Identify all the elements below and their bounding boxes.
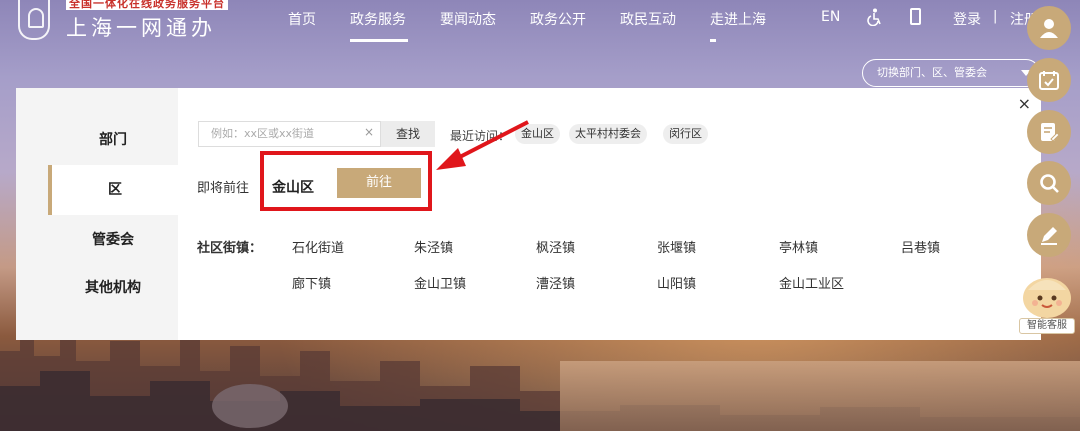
- clear-icon[interactable]: ×: [364, 125, 374, 139]
- sidebar-item-district[interactable]: 区: [48, 165, 178, 215]
- street-link[interactable]: 吕巷镇: [901, 237, 940, 256]
- close-icon[interactable]: ×: [1018, 94, 1031, 113]
- site-header: 全国一体化在线政务服务平台 上海一网通办 首页 政务服务 要闻动态 政务公开 政…: [0, 0, 1080, 44]
- feedback-fab[interactable]: [1027, 213, 1071, 257]
- accessibility-icon[interactable]: [866, 8, 882, 26]
- chatbot-label[interactable]: 智能客服: [1019, 318, 1075, 334]
- calendar-check-icon: [1039, 71, 1059, 90]
- sidebar-item-other[interactable]: 其他机构: [48, 263, 178, 313]
- logo-icon[interactable]: [18, 0, 50, 40]
- nav-about-shanghai-label: 走进上海: [710, 12, 766, 28]
- document-fab[interactable]: [1027, 110, 1071, 154]
- logo-title[interactable]: 上海一网通办: [66, 12, 216, 42]
- region-selector-panel: 部门 区 管委会 其他机构 × 例如：xx区或xx街道 × 查找 最近访问： 金…: [16, 88, 1041, 340]
- language-toggle[interactable]: EN: [821, 9, 840, 25]
- header-separator: |: [993, 9, 998, 24]
- street-link[interactable]: 漕泾镇: [536, 273, 575, 292]
- recent-label: 最近访问：: [450, 129, 511, 143]
- nav-indicator: [710, 39, 716, 42]
- recent-tag[interactable]: 金山区: [515, 124, 560, 144]
- switch-department-button[interactable]: 切换部门、区、管委会: [862, 59, 1040, 87]
- login-link[interactable]: 登录: [953, 9, 981, 29]
- sidebar-item-committee[interactable]: 管委会: [48, 215, 178, 265]
- nav-about-shanghai[interactable]: 走进上海: [710, 9, 766, 42]
- nav-home[interactable]: 首页: [288, 9, 316, 29]
- search-input[interactable]: 例如：xx区或xx街道: [198, 121, 381, 147]
- search-fab[interactable]: [1027, 161, 1071, 205]
- nav-public-affairs[interactable]: 政务公开: [530, 9, 586, 29]
- street-link[interactable]: 亭林镇: [779, 237, 818, 256]
- river: [560, 361, 1080, 431]
- user-fab[interactable]: [1027, 6, 1071, 50]
- mobile-icon[interactable]: [910, 8, 921, 25]
- nav-news[interactable]: 要闻动态: [440, 9, 496, 29]
- annotation-highlight-box: [260, 151, 432, 211]
- search-button[interactable]: 查找: [381, 121, 435, 147]
- chatbot-mascot-icon[interactable]: [1018, 268, 1076, 320]
- street-link[interactable]: 金山工业区: [779, 273, 844, 292]
- street-link[interactable]: 张堰镇: [657, 237, 696, 256]
- switch-department-label: 切换部门、区、管委会: [877, 66, 987, 79]
- recent-tag[interactable]: 闵行区: [663, 124, 708, 144]
- logo-subtitle: 全国一体化在线政务服务平台: [66, 0, 228, 10]
- street-link[interactable]: 石化街道: [292, 237, 344, 256]
- user-icon: [1040, 19, 1058, 38]
- street-link[interactable]: 金山卫镇: [414, 273, 466, 292]
- nav-services[interactable]: 政务服务: [350, 9, 408, 42]
- street-link[interactable]: 廊下镇: [292, 273, 331, 292]
- pen-icon: [1041, 227, 1057, 245]
- panel-sidebar: 部门 区 管委会 其他机构: [16, 88, 178, 340]
- goto-label: 即将前往: [197, 181, 250, 196]
- nav-interaction[interactable]: 政民互动: [620, 9, 676, 29]
- main-nav: 首页 政务服务 要闻动态 政务公开 政民互动 走进上海: [288, 9, 800, 42]
- street-link[interactable]: 朱泾镇: [414, 237, 453, 256]
- street-label: 社区街镇：: [197, 241, 263, 256]
- sidebar-item-department[interactable]: 部门: [48, 115, 178, 165]
- document-edit-icon: [1041, 123, 1060, 142]
- street-link[interactable]: 枫泾镇: [536, 237, 575, 256]
- recent-tag[interactable]: 太平村村委会: [569, 124, 647, 144]
- street-link[interactable]: 山阳镇: [657, 273, 696, 292]
- calendar-fab[interactable]: [1027, 58, 1071, 102]
- search-icon: [1040, 174, 1059, 193]
